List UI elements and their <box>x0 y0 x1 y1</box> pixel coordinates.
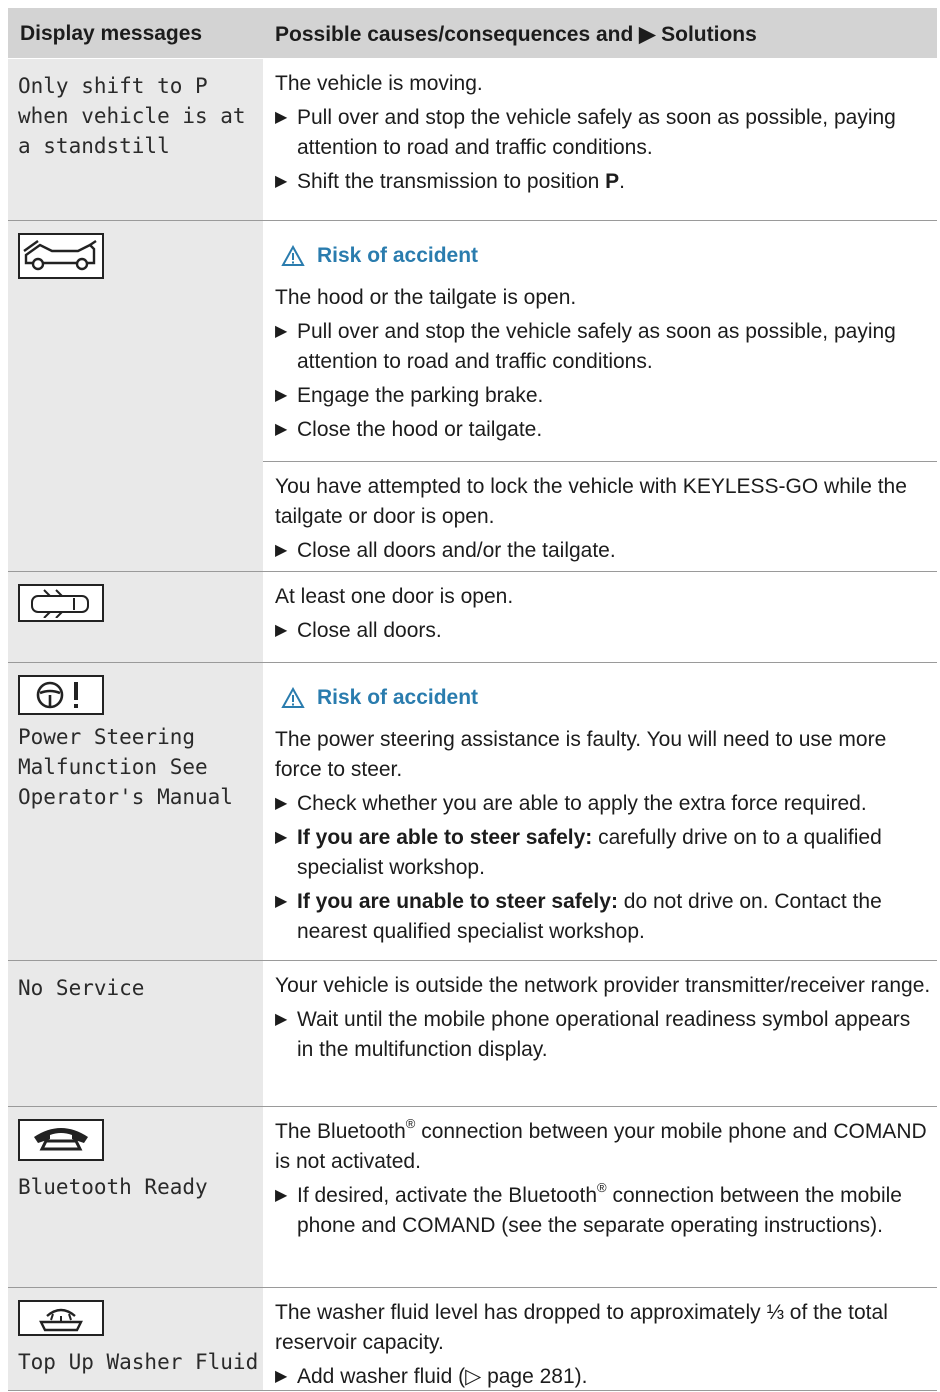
warning-heading: Risk of accident <box>281 241 931 271</box>
divider <box>263 461 937 462</box>
solution-item: ▶ Add washer fluid (▷ page 281). <box>275 1365 588 1388</box>
causes-cell: The washer fluid level has dropped to ap… <box>263 1288 937 1390</box>
cause-text: Your vehicle is outside the network prov… <box>275 974 931 997</box>
display-message-cell <box>8 572 263 662</box>
causes-cell: The vehicle is moving. ▶ Pull over and st… <box>263 59 937 220</box>
warning-heading: Risk of accident <box>281 683 931 713</box>
telephone-icon <box>18 1119 104 1161</box>
causes-cell: The Bluetooth® connection between your m… <box>263 1107 937 1287</box>
door-open-icon <box>18 584 104 622</box>
solution-item: ▶ If desired, activate the Bluetooth® con… <box>275 1180 902 1238</box>
bullet-icon: ▶ <box>275 173 288 190</box>
warning-triangle-icon <box>281 245 305 266</box>
header-display-messages: Display messages <box>20 22 203 45</box>
display-message-cell: Only shift to P when vehicle is at a sta… <box>8 59 263 220</box>
solution-item: ▶ If you are able to steer safely: carefu… <box>275 826 882 879</box>
table-row: Risk of accident The hood or the tailgat… <box>8 221 937 572</box>
washer-fluid-icon <box>18 1300 104 1336</box>
solution-item: ▶ Close the hood or tailgate. <box>275 418 543 441</box>
display-message: Power Steering Malfunction See Operator'… <box>18 725 233 809</box>
warning-text: Risk of accident <box>317 686 479 709</box>
causes-cell: Risk of accident The hood or the tailgat… <box>263 221 937 571</box>
solution-item: ▶ Check whether you are able to apply the… <box>275 792 867 815</box>
solution-item: ▶ Engage the parking brake. <box>275 384 544 407</box>
causes-cell: At least one door is open. ▶ Close all do… <box>263 572 937 662</box>
table-row: Top Up Washer Fluid The washer fluid lev… <box>8 1288 937 1391</box>
cause-text: The hood or the tailgate is open. <box>275 286 577 309</box>
warning-text: Risk of accident <box>317 244 479 267</box>
hood-tailgate-open-icon <box>18 233 104 279</box>
warning-triangle-icon <box>281 687 305 708</box>
causes-cell: Your vehicle is outside the network prov… <box>263 961 937 1106</box>
bullet-icon: ▶ <box>275 109 288 126</box>
cause-text: The Bluetooth® connection between your m… <box>275 1116 927 1174</box>
display-message: No Service <box>18 976 145 1000</box>
display-message: Bluetooth Ready <box>18 1175 208 1199</box>
display-message-cell: Bluetooth Ready <box>8 1107 263 1287</box>
table-row: Only shift to P when vehicle is at a sta… <box>8 59 937 221</box>
display-message-cell <box>8 221 263 571</box>
solution-item: ▶ If you are unable to steer safely: do n… <box>275 890 882 943</box>
display-message-cell: No Service <box>8 961 263 1106</box>
table-row: No Service Your vehicle is outside the n… <box>8 961 937 1107</box>
display-messages-table: Display messages Possible causes/consequ… <box>8 8 937 1391</box>
solution-item: ▶ Pull over and stop the vehicle safely a… <box>275 320 896 373</box>
cause-text: You have attempted to lock the vehicle w… <box>275 475 907 528</box>
solution-item: ▶ Shift the transmission to position P. <box>275 167 931 197</box>
solution-item: ▶ Wait until the mobile phone operational… <box>275 1008 911 1061</box>
display-message: Only shift to P when vehicle is at a sta… <box>18 74 246 158</box>
table-row: At least one door is open. ▶ Close all do… <box>8 572 937 663</box>
display-message: Top Up Washer Fluid <box>18 1350 259 1374</box>
causes-cell: Risk of accident The power steering assi… <box>263 663 937 960</box>
page-reference-link[interactable]: Add washer fluid (▷ page 281). <box>297 1365 587 1388</box>
cause-text: The power steering assistance is faulty.… <box>275 728 887 781</box>
cause-text: The washer fluid level has dropped to ap… <box>275 1301 888 1354</box>
cause-text: At least one door is open. <box>275 585 514 608</box>
header-causes-solutions: Possible causes/consequences and ▶ Solut… <box>275 23 757 46</box>
solution-item: ▶ Pull over and stop the vehicle safely a… <box>275 103 931 163</box>
display-message-cell: Power Steering Malfunction See Operator'… <box>8 663 263 960</box>
cause-text: The vehicle is moving. <box>275 72 483 95</box>
table-row: Bluetooth Ready The Bluetooth® connectio… <box>8 1107 937 1288</box>
steering-wheel-warning-icon <box>18 675 104 715</box>
solution-item: ▶ Close all doors and/or the tailgate. <box>275 539 616 562</box>
solution-item: ▶ Close all doors. <box>275 619 442 642</box>
table-header: Display messages Possible causes/consequ… <box>8 8 937 59</box>
table-row: Power Steering Malfunction See Operator'… <box>8 663 937 961</box>
display-message-cell: Top Up Washer Fluid <box>8 1288 263 1390</box>
